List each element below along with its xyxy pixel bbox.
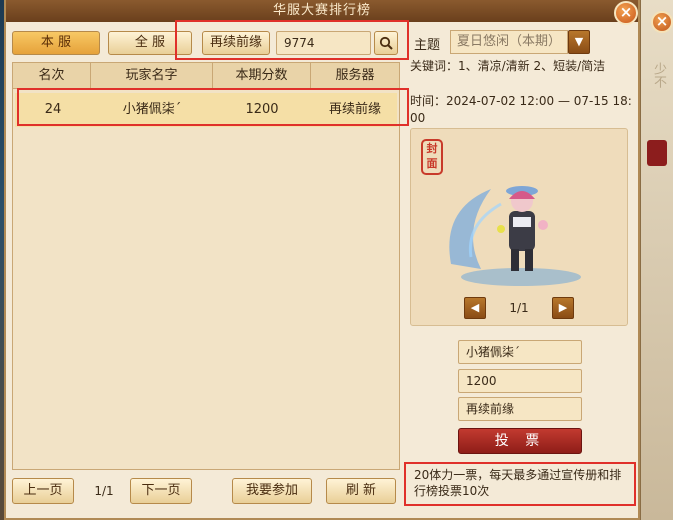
chevron-down-icon: ▼: [574, 35, 584, 48]
triangle-left-icon: ◀: [470, 301, 480, 314]
column-player: 玩家名字: [91, 63, 213, 89]
highlight-notice: [404, 462, 636, 506]
background-text: 少不: [651, 62, 666, 88]
next-page-button[interactable]: 下一页: [130, 478, 192, 504]
tab-local-server[interactable]: 本 服: [12, 31, 100, 55]
close-button[interactable]: ×: [614, 1, 638, 25]
background-window: 少不: [640, 0, 673, 520]
refresh-button[interactable]: 刷 新: [326, 478, 396, 504]
preview-prev-button[interactable]: ◀: [464, 297, 486, 319]
theme-label: 主题: [414, 38, 441, 53]
detail-server: 再续前缘: [458, 397, 582, 421]
prev-page-button[interactable]: 上一页: [12, 478, 74, 504]
theme-time: 时间：2024-07-02 12:00 — 07-15 18:00: [410, 94, 632, 125]
theme-keywords: 关键词：1、清凉/清新 2、短装/简洁: [410, 59, 606, 73]
background-tab: [647, 140, 667, 166]
detail-score: 1200: [458, 369, 582, 393]
outfit-character-image: [449, 186, 581, 286]
highlight-result-row: [17, 88, 409, 126]
table-header: 名次 玩家名字 本期分数 服务器: [13, 63, 399, 89]
column-rank: 名次: [13, 63, 91, 89]
preview-next-button[interactable]: ▶: [552, 297, 574, 319]
detail-player-name: 小猪佩柒´: [458, 340, 582, 364]
preview-counter: 1/1: [509, 301, 529, 315]
triangle-right-icon: ▶: [558, 301, 568, 314]
column-server: 服务器: [335, 68, 375, 83]
vote-button[interactable]: 投 票: [458, 428, 582, 454]
theme-select[interactable]: 夏日悠闲（本期）: [450, 30, 568, 54]
panel-title: 华服大赛排行榜: [6, 0, 638, 22]
join-button[interactable]: 我要参加: [232, 478, 312, 504]
background-close-icon[interactable]: ×: [651, 11, 673, 33]
theme-dropdown-button[interactable]: ▼: [568, 30, 590, 54]
highlight-search-box: [175, 20, 409, 60]
page-indicator: 1/1: [94, 484, 114, 498]
column-score: 本期分数: [213, 63, 311, 89]
